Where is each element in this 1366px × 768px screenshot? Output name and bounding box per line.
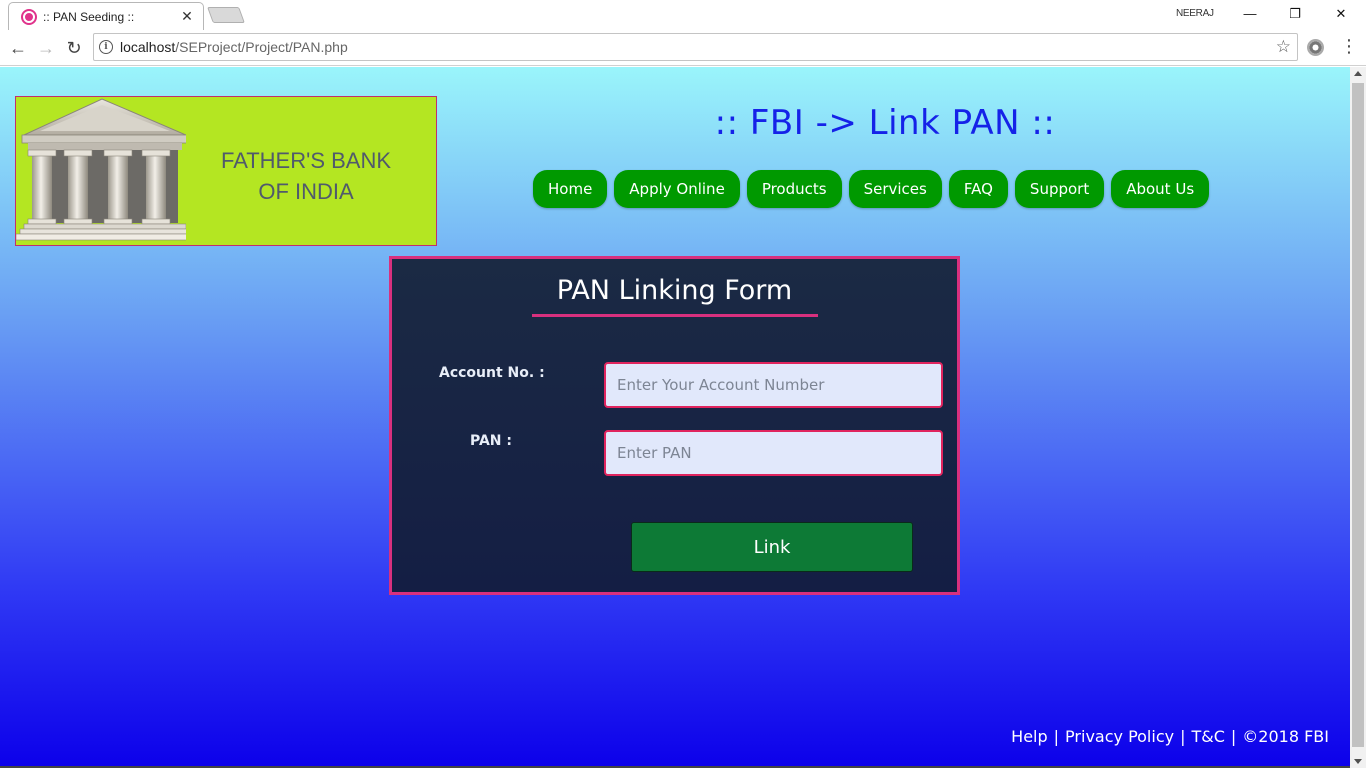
address-bar[interactable]: i localhost/SEProject/Project/PAN.php ☆: [93, 33, 1298, 61]
favicon-icon: [21, 8, 37, 25]
back-icon[interactable]: ←: [6, 36, 30, 60]
bank-building-icon: [16, 98, 186, 241]
url-path: /SEProject/Project/PAN.php: [175, 39, 348, 55]
footer-copyright: ©2018 FBI: [1242, 727, 1329, 746]
footer-help-link[interactable]: Help: [1011, 727, 1047, 746]
close-tab-icon[interactable]: ✕: [179, 8, 195, 25]
account-number-label: Account No. :: [439, 365, 545, 381]
bank-logo[interactable]: FATHER'S BANK OF INDIA: [15, 96, 437, 246]
link-button[interactable]: Link: [631, 522, 913, 572]
form-title: PAN Linking Form: [556, 275, 793, 306]
footer-separator: |: [1230, 727, 1237, 746]
nav-home[interactable]: Home: [533, 170, 608, 208]
nav-apply-online[interactable]: Apply Online: [614, 170, 740, 208]
bank-logo-text: FATHER'S BANK OF INDIA: [186, 145, 426, 207]
scroll-down-icon[interactable]: [1354, 759, 1362, 764]
new-tab-button[interactable]: [207, 7, 245, 23]
nav-about-us[interactable]: About Us: [1111, 170, 1210, 208]
info-icon[interactable]: i: [99, 40, 113, 54]
bank-name-line-2: OF INDIA: [258, 179, 354, 204]
forward-icon[interactable]: →: [34, 36, 58, 60]
browser-menu-icon[interactable]: ⋮: [1340, 36, 1358, 57]
scroll-thumb[interactable]: [1352, 83, 1364, 747]
url-text[interactable]: localhost/SEProject/Project/PAN.php: [120, 39, 348, 55]
restore-icon[interactable]: ❐: [1285, 4, 1305, 24]
tab-title: :: PAN Seeding ::: [43, 9, 135, 24]
footer: Help | Privacy Policy | T&C | ©2018 FBI: [1011, 727, 1329, 746]
bank-name-line-1: FATHER'S BANK: [220, 148, 392, 173]
footer-privacy-link[interactable]: Privacy Policy: [1065, 727, 1174, 746]
extension-icon[interactable]: [1307, 39, 1324, 56]
url-host: localhost: [120, 39, 176, 55]
vertical-scrollbar[interactable]: [1350, 67, 1366, 768]
browser-toolbar: ← → ↻ i localhost/SEProject/Project/PAN.…: [0, 30, 1366, 66]
browser-tab[interactable]: :: PAN Seeding :: ✕: [8, 2, 204, 30]
nav-products[interactable]: Products: [746, 170, 842, 208]
scroll-up-icon[interactable]: [1354, 71, 1362, 76]
nav-support[interactable]: Support: [1014, 170, 1105, 208]
reload-icon[interactable]: ↻: [62, 36, 86, 60]
close-window-icon[interactable]: ✕: [1331, 4, 1351, 24]
pan-input[interactable]: [604, 430, 943, 476]
footer-tnc-link[interactable]: T&C: [1191, 727, 1224, 746]
browser-tab-bar: :: PAN Seeding :: ✕ NEERAJ — ❐ ✕: [0, 0, 1366, 30]
footer-separator: |: [1180, 727, 1186, 746]
pan-label: PAN :: [470, 433, 512, 449]
account-number-input[interactable]: [604, 362, 943, 408]
bookmark-star-icon[interactable]: ☆: [1276, 37, 1291, 57]
footer-separator: |: [1053, 727, 1060, 746]
nav-services[interactable]: Services: [848, 170, 942, 208]
page-content: FATHER'S BANK OF INDIA :: FBI -> Link PA…: [0, 67, 1350, 768]
nav-faq[interactable]: FAQ: [948, 170, 1008, 208]
page-title: :: FBI -> Link PAN ::: [714, 103, 1056, 143]
main-nav: Home Apply Online Products Services FAQ …: [533, 170, 1210, 208]
pan-linking-form: PAN Linking Form Account No. : PAN : Lin…: [389, 256, 960, 595]
form-title-underline: [532, 314, 818, 317]
minimize-icon[interactable]: —: [1240, 4, 1260, 24]
profile-name[interactable]: NEERAJ: [1176, 8, 1214, 19]
